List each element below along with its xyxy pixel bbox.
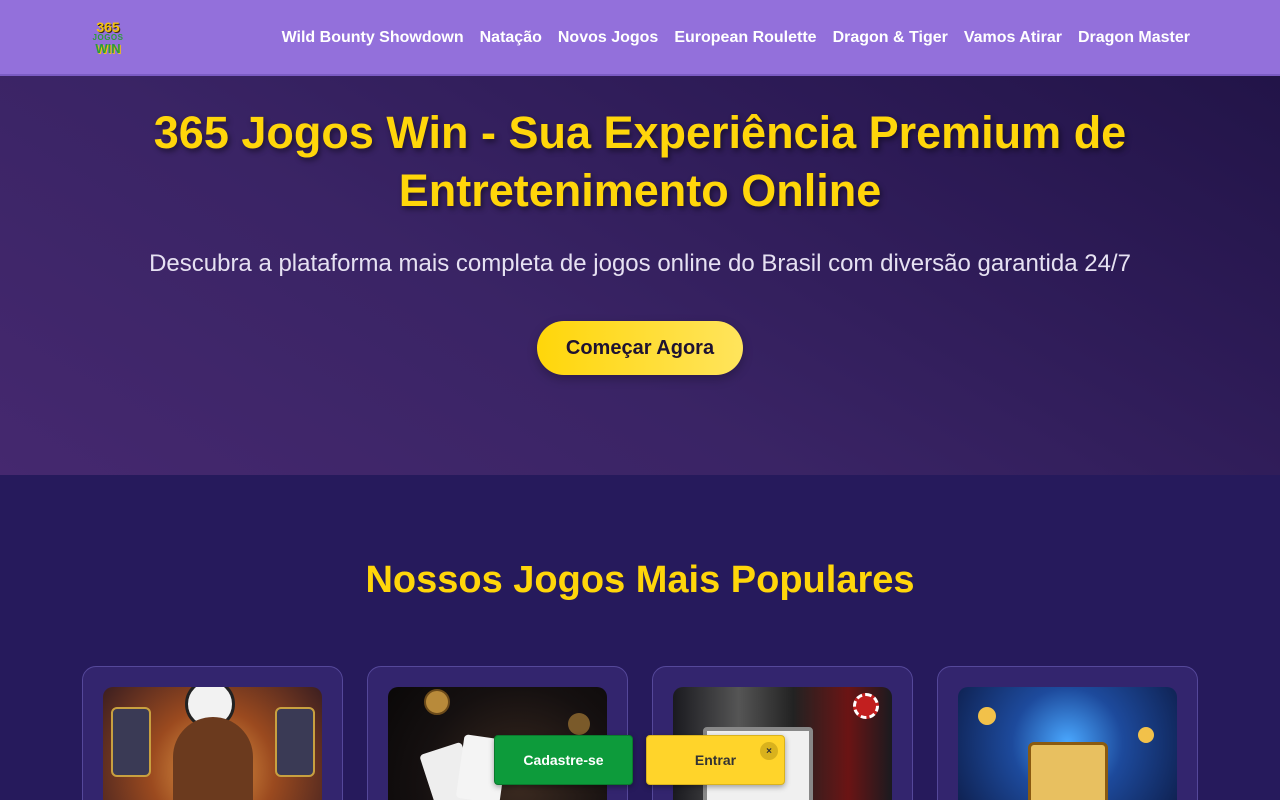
start-now-button[interactable]: Começar Agora bbox=[537, 321, 743, 375]
register-button[interactable]: Cadastre-se bbox=[494, 735, 633, 785]
nav-link-dragon-tiger[interactable]: Dragon & Tiger bbox=[833, 29, 948, 47]
nav-link-vamos-atirar[interactable]: Vamos Atirar bbox=[964, 29, 1062, 47]
hero-section: 365 Jogos Win - Sua Experiência Premium … bbox=[0, 76, 1280, 475]
game-thumbnail-image[interactable] bbox=[103, 687, 322, 800]
site-header: 365 JOGOS WIN Wild Bounty Showdown Nataç… bbox=[0, 0, 1280, 76]
site-logo[interactable]: 365 JOGOS WIN bbox=[88, 16, 128, 58]
logo-line-3: WIN bbox=[95, 40, 121, 56]
popular-games-heading: Nossos Jogos Mais Populares bbox=[365, 559, 915, 601]
game-card[interactable] bbox=[82, 666, 343, 800]
hero-title: 365 Jogos Win - Sua Experiência Premium … bbox=[153, 107, 1127, 216]
nav-link-european-roulette[interactable]: European Roulette bbox=[674, 29, 816, 47]
nav-link-novos-jogos[interactable]: Novos Jogos bbox=[558, 29, 658, 47]
game-card[interactable] bbox=[937, 666, 1198, 800]
popular-games-section: Nossos Jogos Mais Populares bbox=[0, 475, 1280, 800]
main-nav: Wild Bounty Showdown Natação Novos Jogos… bbox=[282, 0, 1190, 76]
nav-link-natacao[interactable]: Natação bbox=[480, 29, 542, 47]
nav-link-dragon-master[interactable]: Dragon Master bbox=[1078, 29, 1190, 47]
hero-subtitle: Descubra a plataforma mais completa de j… bbox=[149, 250, 1131, 277]
game-thumbnail-image[interactable] bbox=[958, 687, 1177, 800]
logo-line-1: 365 bbox=[96, 18, 120, 35]
close-icon[interactable]: × bbox=[760, 742, 778, 760]
nav-link-wild-bounty-showdown[interactable]: Wild Bounty Showdown bbox=[282, 29, 464, 47]
